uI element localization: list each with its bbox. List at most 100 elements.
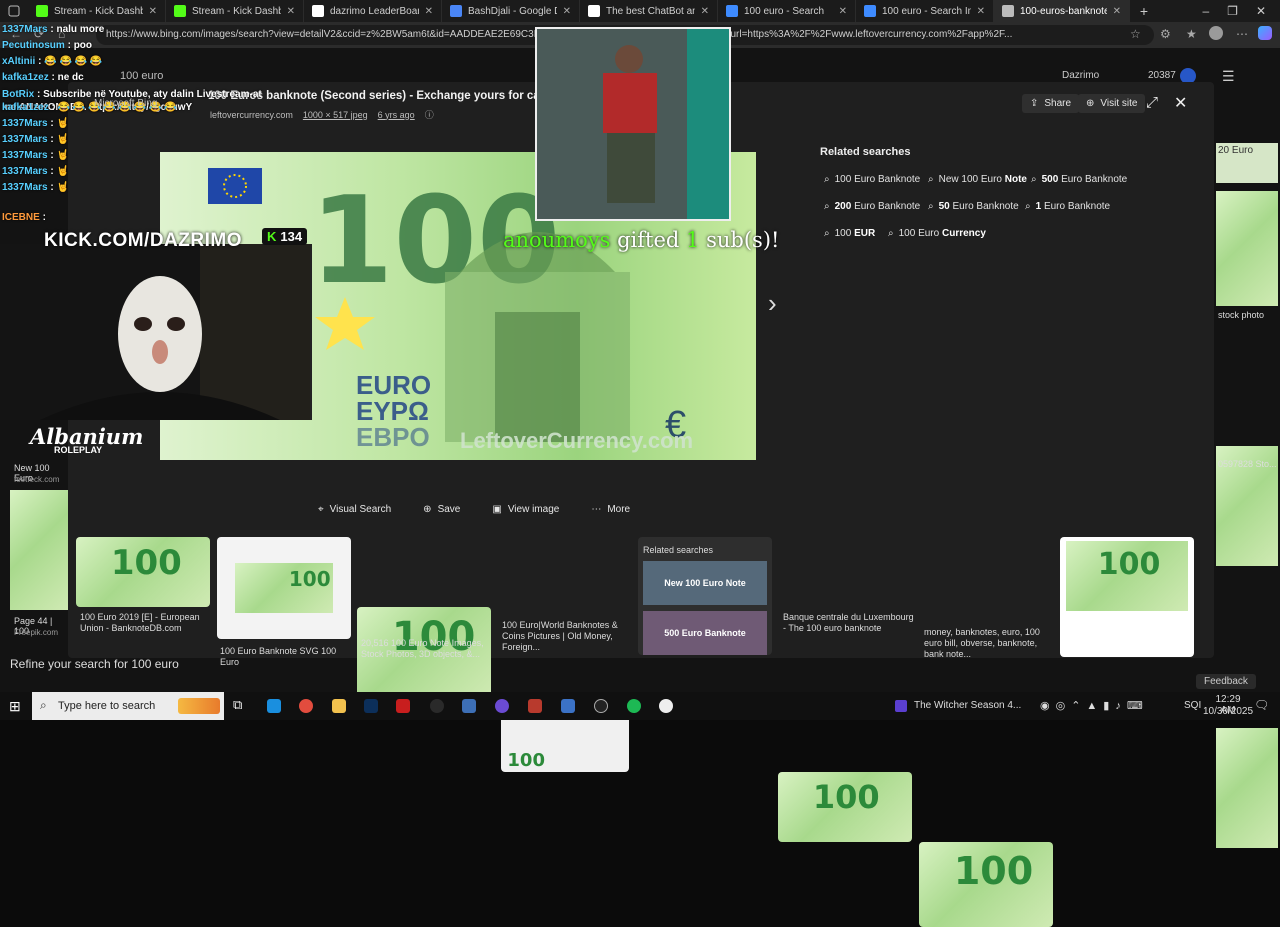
related-search-item[interactable]: ⌕ 1 Euro Banknote (1025, 201, 1110, 212)
media-player-icon[interactable] (659, 699, 673, 713)
close-tab-icon[interactable]: ✕ (977, 6, 985, 17)
favorite-star-icon[interactable]: ☆ (1130, 27, 1141, 41)
chat-username[interactable]: 1337Mars (2, 182, 48, 193)
feedback-button[interactable]: Feedback (1196, 674, 1256, 689)
rewards-points[interactable]: 20387 (1148, 70, 1176, 81)
bg-thumbnail[interactable]: 20 Euro (1216, 143, 1278, 183)
chat-username[interactable]: ICEBNE (2, 212, 40, 223)
background-results-left: New 100 Euro feetfeck.com Page 44 | 100 … (0, 458, 68, 688)
browser-tab[interactable]: Stream - Kick Dashboard ✕ (28, 0, 166, 22)
chat-username[interactable]: 1337Mars (2, 150, 48, 161)
next-image-arrow-icon[interactable]: › (768, 288, 777, 319)
gallery-thumbnail[interactable]: 100 (1060, 537, 1194, 657)
hamburger-menu-icon[interactable]: ☰ (1222, 68, 1235, 85)
window-menu-icon[interactable] (0, 0, 28, 22)
related-search-item[interactable]: ⌕ 200 Euro Banknote (824, 201, 920, 212)
bg-thumbnail[interactable] (1216, 728, 1278, 848)
system-tray-icons[interactable]: ◉◎⌃▲▮♪⌨ (1040, 699, 1149, 712)
extensions-icon[interactable]: ⚙ (1160, 27, 1171, 41)
related-search-item[interactable]: ⌕ 50 Euro Banknote (928, 201, 1019, 212)
browser-tab[interactable]: Stream - Kick Dashboard ✕ (166, 0, 304, 22)
app-icon[interactable] (594, 699, 608, 713)
gallery-thumbnail[interactable]: 100 (778, 772, 912, 842)
spotify-icon[interactable] (627, 699, 641, 713)
visual-search-button[interactable]: ⌖ Visual Search (318, 504, 391, 515)
view-image-label: View image (507, 504, 560, 515)
share-button[interactable]: ⇪ Share (1022, 94, 1080, 113)
chat-username[interactable]: 1337Mars (2, 24, 48, 35)
discord-icon[interactable] (495, 699, 509, 713)
chat-username[interactable]: BotRix (2, 89, 34, 100)
clock-date[interactable]: 10/30/2025 (1200, 706, 1256, 717)
browser-tab[interactable]: The best ChatBot and Widg ✕ (580, 0, 718, 22)
task-view-icon[interactable]: ⧉ (233, 697, 242, 713)
windows-start-icon[interactable]: ⊞ (9, 698, 21, 715)
save-button[interactable]: ⊕ Save (423, 504, 460, 515)
gallery-related-item[interactable]: New 100 Euro Note (643, 561, 767, 605)
close-tab-icon[interactable]: ✕ (425, 6, 433, 17)
related-search-item[interactable]: ⌕ 100 Euro Currency (888, 228, 986, 239)
related-search-item[interactable]: ⌕ 500 Euro Banknote (1031, 174, 1127, 185)
browser-tab[interactable]: dazrimo LeaderBoard | The ✕ (304, 0, 442, 22)
close-modal-icon[interactable]: ✕ (1174, 93, 1187, 113)
settings-menu-icon[interactable]: ⋯ (1236, 27, 1248, 41)
photoshop-icon[interactable] (364, 699, 378, 713)
notifications-icon[interactable]: 🗨 (1254, 698, 1269, 712)
chrome-icon[interactable] (299, 699, 313, 713)
related-text: New 100 Euro (938, 174, 1005, 185)
news-icon[interactable] (895, 700, 907, 712)
chat-username[interactable]: Pecutinosum (2, 40, 65, 51)
related-search-item[interactable]: ⌕ 100 EUR (824, 228, 875, 239)
close-tab-icon[interactable]: ✕ (1113, 6, 1121, 17)
gallery-related-item[interactable]: 500 Euro Banknote (643, 611, 767, 655)
gallery-thumbnail[interactable]: 100 (919, 842, 1053, 927)
gallery-thumbnail[interactable]: 100 (217, 537, 351, 639)
chat-username[interactable]: 1337Mars (2, 166, 48, 177)
related-search-item[interactable]: ⌕ New 100 Euro Note (928, 174, 1027, 185)
favorites-icon[interactable]: ★ (1186, 27, 1197, 41)
close-tab-icon[interactable]: ✕ (839, 6, 847, 17)
gallery-thumbnail[interactable]: 100 (76, 537, 210, 607)
bg-thumbnail[interactable] (1216, 191, 1278, 306)
bg-caption: feetfeck.com (14, 475, 60, 484)
info-icon[interactable]: ⓘ (425, 108, 434, 121)
app-icon[interactable] (528, 699, 542, 713)
chat-username[interactable]: kafka1zez (2, 72, 49, 83)
news-widget-text[interactable]: The Witcher Season 4... (914, 700, 1021, 711)
close-tab-icon[interactable]: ✕ (701, 6, 709, 17)
chat-username[interactable]: 1337Mars (2, 134, 48, 145)
expand-icon[interactable]: ⤢ (1146, 94, 1158, 111)
minimize-window-button[interactable]: – (1202, 4, 1209, 18)
header-user-name[interactable]: Dazrimo (1062, 70, 1099, 81)
more-button[interactable]: ⋯ More (591, 504, 630, 515)
new-tab-button[interactable]: + (1130, 3, 1158, 19)
store-icon[interactable] (462, 699, 476, 713)
profile-avatar[interactable] (1209, 26, 1223, 40)
file-explorer-icon[interactable] (332, 699, 346, 713)
browser-tab[interactable]: 100 euro - Search ✕ (718, 0, 856, 22)
tab-favicon-icon (312, 5, 324, 17)
chat-username[interactable]: xAltinii (2, 56, 35, 67)
bg-thumbnail[interactable] (10, 490, 68, 610)
browser-tab[interactable]: 100-euros-banknote-secon ✕ (994, 0, 1130, 22)
close-tab-icon[interactable]: ✕ (563, 6, 571, 17)
obs-icon[interactable] (430, 699, 444, 713)
browser-tab[interactable]: BashDjali - Google Docs ✕ (442, 0, 580, 22)
chat-username[interactable]: kafka1zez (2, 102, 49, 113)
copilot-icon[interactable] (1258, 26, 1272, 40)
related-search-label: 100 Euro Currency (899, 228, 986, 239)
related-search-item[interactable]: ⌕ 100 Euro Banknote (824, 174, 920, 185)
app-icon[interactable] (561, 699, 575, 713)
acrobat-icon[interactable] (396, 699, 410, 713)
browser-tab[interactable]: 100 euro - Search Images ✕ (856, 0, 994, 22)
language-indicator[interactable]: SQI (1184, 700, 1201, 711)
chat-username[interactable]: 1337Mars (2, 118, 48, 129)
close-tab-icon[interactable]: ✕ (149, 6, 157, 17)
edge-icon[interactable] (267, 699, 281, 713)
maximize-window-button[interactable]: ❐ (1227, 4, 1238, 18)
close-tab-icon[interactable]: ✕ (287, 6, 295, 17)
view-image-button[interactable]: ▣ View image (492, 504, 559, 515)
visit-site-button[interactable]: ⊕ Visit site (1078, 94, 1146, 113)
taskbar-search-box[interactable]: ⌕ Type here to search (32, 692, 224, 720)
close-window-button[interactable]: ✕ (1256, 4, 1266, 18)
